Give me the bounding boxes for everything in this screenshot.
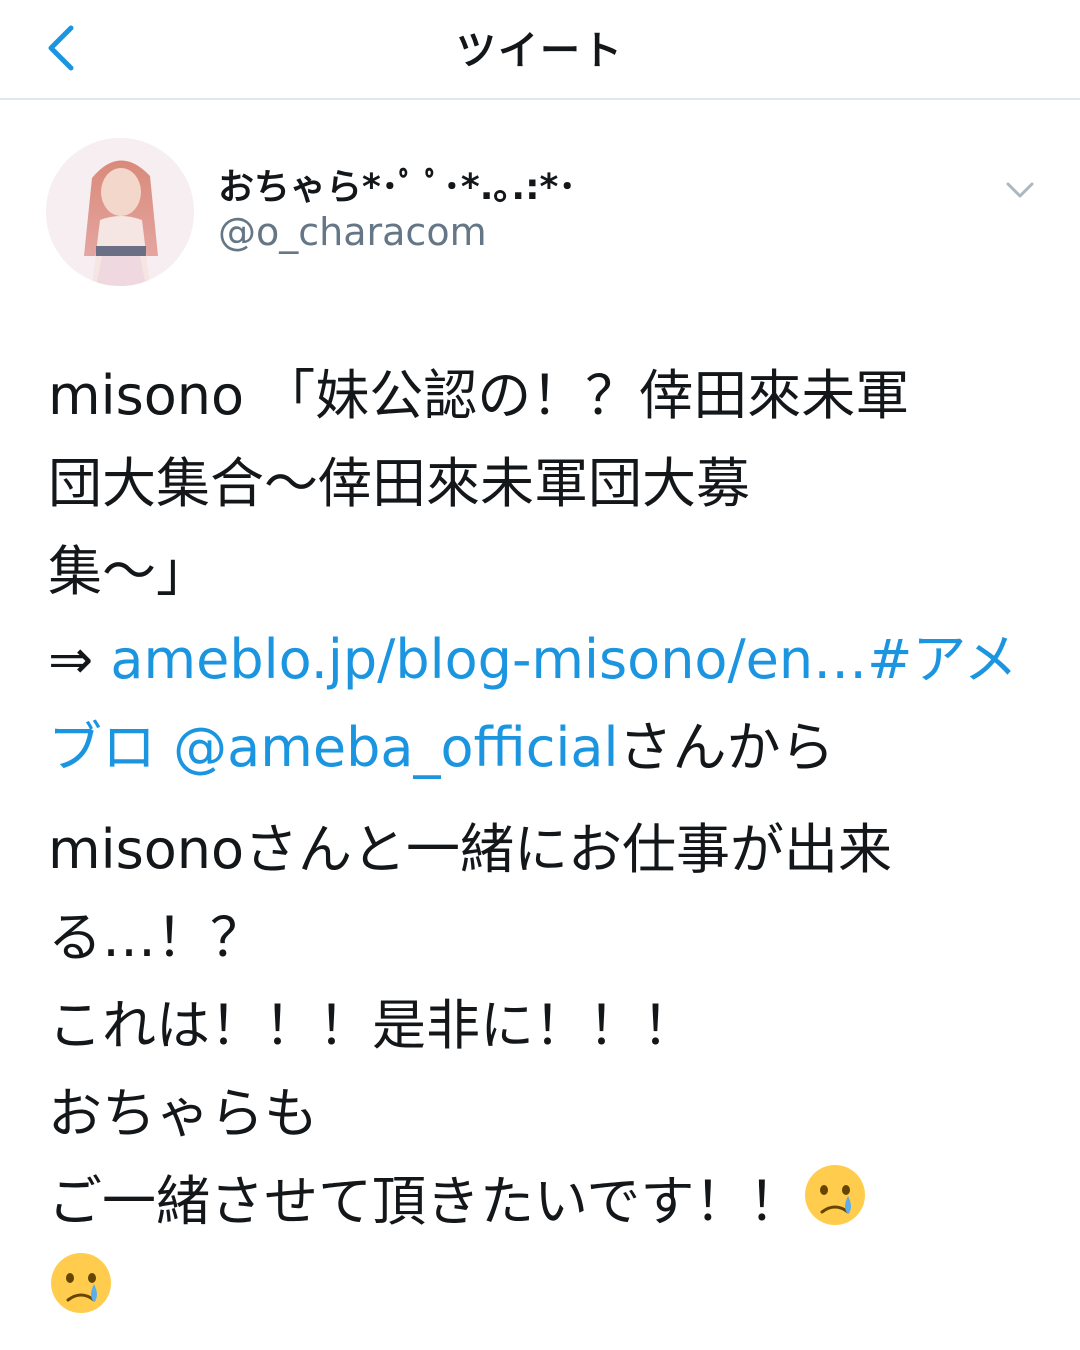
mention-link[interactable]: @ameba_official [173,716,618,779]
tweet-line: 団大集合～倖田來未軍団大募 [48,452,750,515]
page-title: ツイート [456,28,624,74]
tweet-line: ブロ @ameba_officialさんから [48,704,1048,792]
hashtag-link-cont[interactable]: ブロ [48,716,156,779]
tweet-line: る…！？ [48,906,264,969]
avatar[interactable] [46,138,194,286]
top-nav-bar: ツイート [0,0,1080,100]
tweet-line: これは！！！是非に！！！ [48,994,696,1057]
tweet-line: ご一緒させて頂きたいです！！ [48,1158,1048,1246]
tweet-line: misono 「妹公認の！？倖田來未軍 [48,364,910,427]
arrow-text: ⇒ [48,628,111,691]
blog-link[interactable]: ameblo.jp/blog-misono/en… [110,628,867,691]
tweet-paragraph-1: misono 「妹公認の！？倖田來未軍 団大集合～倖田來未軍団大募 集～」 ⇒ … [48,352,1048,792]
author-handle[interactable]: @o_characom [218,210,487,254]
tweet-line: misonoさんと一緒にお仕事が出来 [48,818,893,881]
tweet-text: misono 「妹公認の！？倖田來未軍 団大集合～倖田來未軍団大募 集～」 ⇒ … [48,352,1048,1334]
tweet-line-text: ご一緒させて頂きたいです！！ [48,1170,803,1233]
tweet-menu-button[interactable] [1000,170,1040,210]
tweet-line: おちゃらも [48,1082,318,1145]
hashtag-link[interactable]: #アメ [867,628,1018,691]
chevron-down-icon [1006,182,1034,198]
suffix-text: さんから [618,716,835,779]
tweet-line [48,1246,1048,1334]
crying-face-icon [51,1253,111,1313]
crying-face-icon [805,1165,866,1225]
tweet-line: ⇒ ameblo.jp/blog-misono/en…#アメ [48,616,1048,704]
author-display-name[interactable]: おちゃら*･ﾟ ﾟ･*.｡.:*･ [218,158,576,210]
tweet-paragraph-2: misonoさんと一緒にお仕事が出来 る…！？ これは！！！是非に！！！ おちゃ… [48,806,1048,1334]
tweet-line: 集～」 [48,540,210,603]
